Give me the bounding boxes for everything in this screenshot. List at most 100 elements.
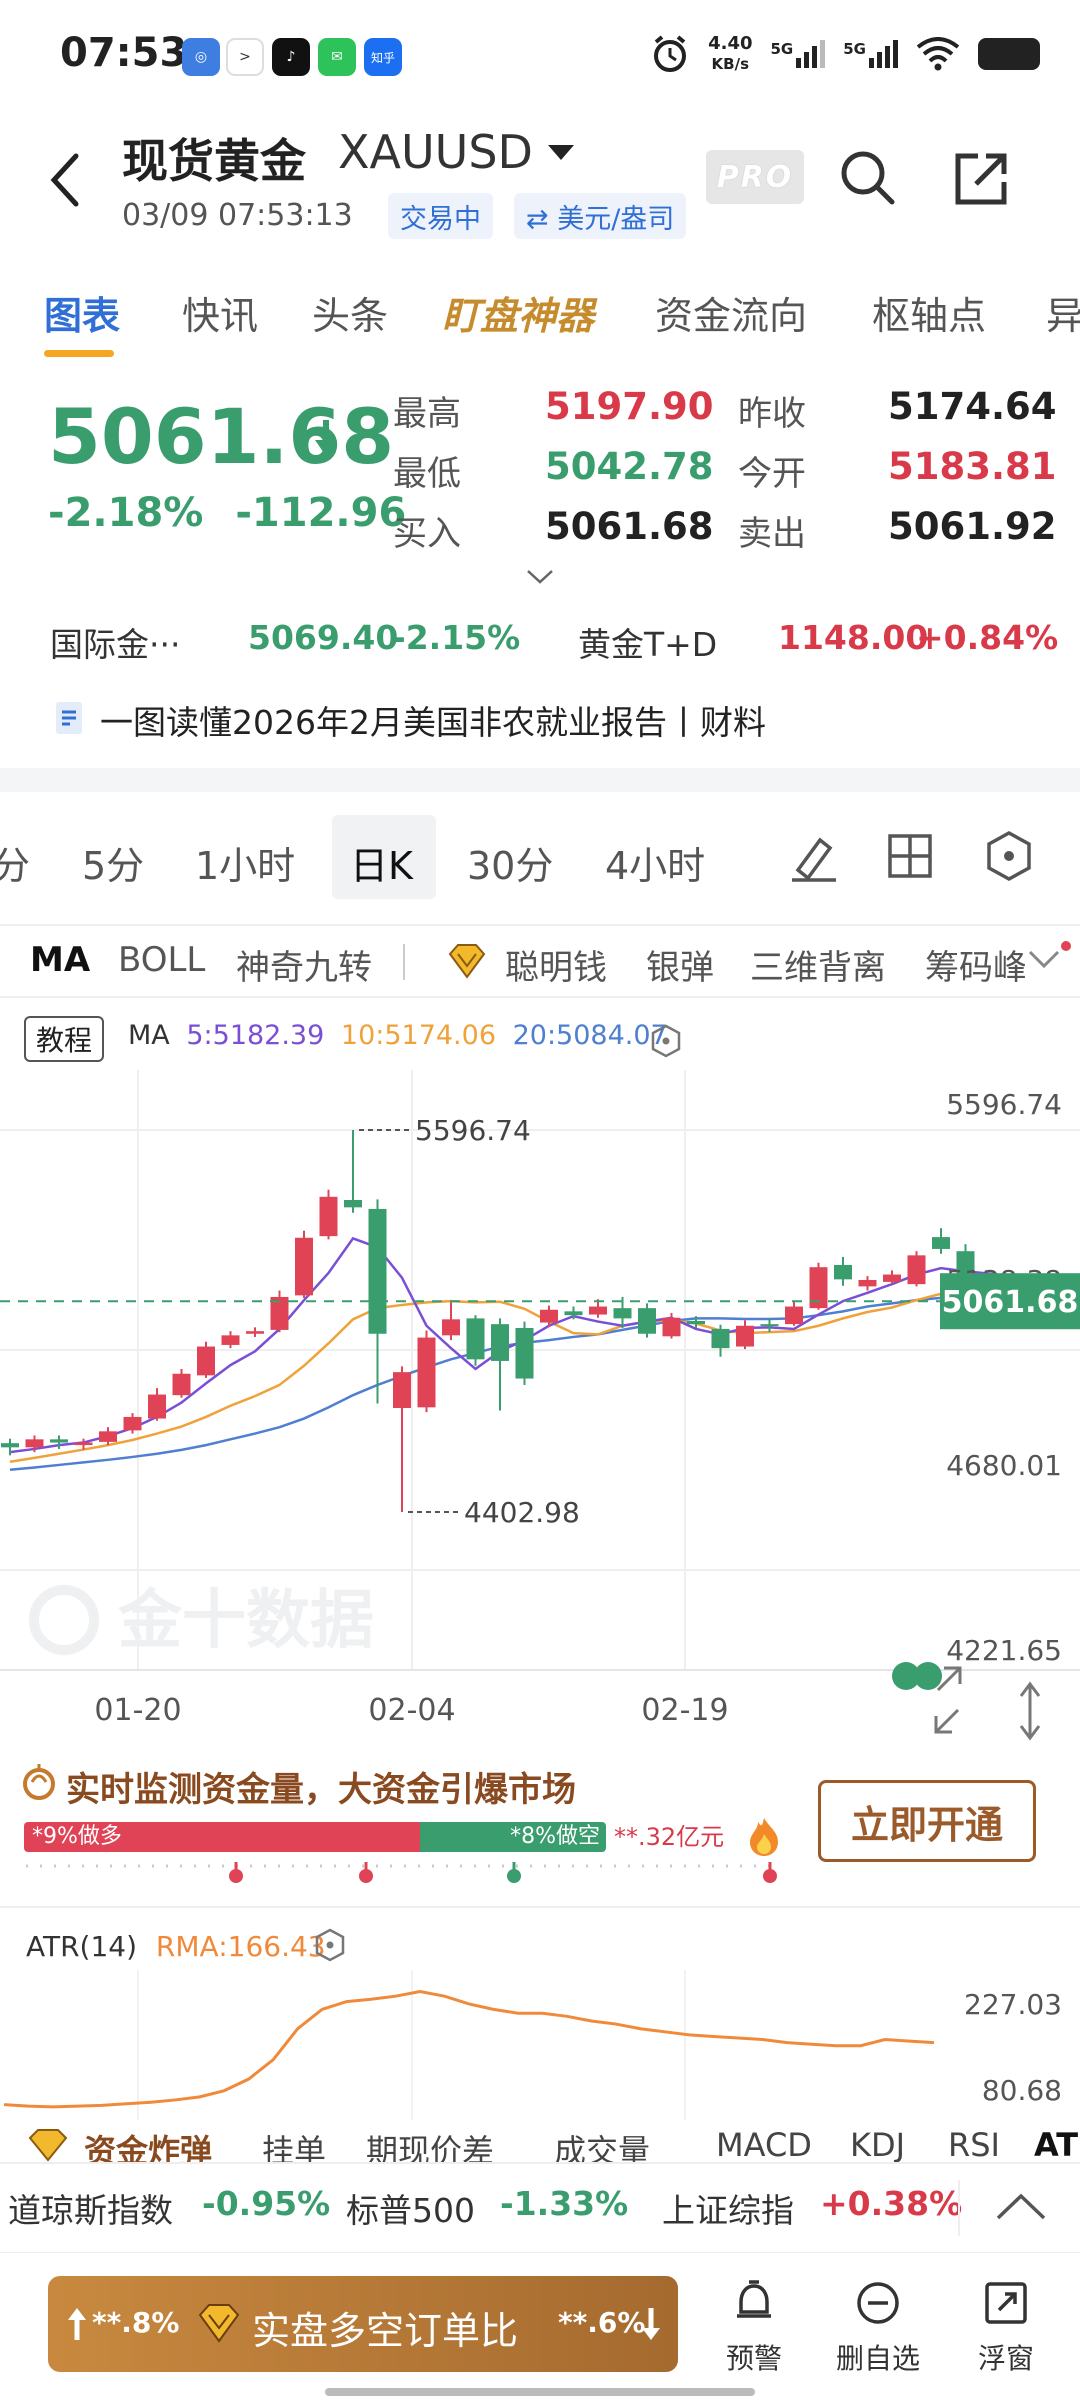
diamond-vip-icon [448, 944, 486, 979]
candle [148, 1388, 166, 1421]
chevron-down-icon[interactable] [525, 567, 555, 587]
subtab-atr[interactable]: AT [1034, 2126, 1078, 2164]
indicator-boll[interactable]: BOLL [118, 940, 205, 980]
candlestick-chart[interactable]: 金十数据 5596.74 5138.38 4680.01 4221.65 01-… [0, 1070, 1080, 1750]
last-price: 5061.68 [48, 392, 395, 481]
long-short-ratio-button[interactable]: **.8% 实盘多空订单比 **.6% [48, 2276, 678, 2372]
ma20-legend: 20:5084.07 [512, 1020, 668, 1051]
tab-monitor-tool[interactable]: 盯盘神器 [442, 285, 594, 340]
net-speed: 4.40 KB/s [708, 33, 753, 74]
tab-fund-flow[interactable]: 资金流向 [655, 285, 807, 340]
terminal-notification-icon: > [226, 38, 264, 76]
tab-pivot-points[interactable]: 枢轴点 [872, 285, 986, 340]
chart-controls[interactable] [892, 1662, 1041, 1741]
tab-more[interactable]: 异 [1046, 285, 1080, 340]
candle [393, 1366, 411, 1512]
tab-active-indicator [44, 350, 114, 357]
ma-settings-icon[interactable] [650, 1024, 682, 1058]
nav-alert-label: 预警 [725, 2342, 782, 2375]
period-daily[interactable]: 日K [350, 835, 413, 890]
y-label-top: 5596.74 [946, 1088, 1062, 1121]
candle [221, 1331, 240, 1349]
candle-body [883, 1274, 901, 1282]
indicator-td9[interactable]: 神奇九转 [236, 940, 372, 989]
candle-body [319, 1196, 338, 1237]
search-icon[interactable] [838, 148, 898, 208]
candle [858, 1276, 877, 1291]
tab-headlines[interactable]: 头条 [312, 285, 388, 340]
indicator-ma[interactable]: MA [30, 940, 90, 980]
candle [197, 1341, 215, 1378]
candle-body [148, 1394, 166, 1419]
period-30min[interactable]: 30分 [467, 835, 553, 890]
ask-value: 5061.92 [888, 505, 1057, 548]
news-icon [56, 702, 82, 734]
activate-button[interactable]: 立即开通 [818, 1780, 1036, 1862]
candle-body [172, 1373, 191, 1396]
indicator-silver-bullet[interactable]: 银弹 [646, 940, 714, 989]
page-title: 现货黄金 [122, 134, 306, 188]
x-label-2: 02-04 [368, 1693, 455, 1728]
status-time: 07:53 [60, 30, 188, 76]
settings-hex-icon[interactable] [984, 830, 1034, 882]
related-intl-gold-name[interactable]: 国际金··· [50, 618, 180, 666]
ticker-sp-name: 标普500 [346, 2191, 475, 2230]
candle [760, 1318, 779, 1333]
period-1hour[interactable]: 1小时 [195, 835, 295, 890]
ma5-legend: 5:5182.39 [186, 1020, 325, 1051]
min-price-label: 4402.98 [464, 1496, 580, 1529]
draw-tool-icon[interactable] [786, 830, 840, 884]
ma-legend: MA 5:5182.39 10:5174.06 20:5084.07 [128, 1020, 668, 1051]
candle-body [907, 1255, 926, 1285]
subtab-kdj[interactable]: KDJ [850, 2126, 905, 2164]
indicator-divergence[interactable]: 三维背离 [750, 940, 886, 989]
nav-float-window[interactable]: 浮窗 [956, 2280, 1056, 2377]
ma10-legend: 10:5174.06 [340, 1020, 496, 1051]
period-minute[interactable]: 分 [0, 835, 30, 890]
ticker-dji-name: 道琼斯指数 [8, 2191, 173, 2230]
period-5min[interactable]: 5分 [82, 835, 144, 890]
x-label-1: 01-20 [94, 1693, 181, 1728]
subtab-rsi[interactable]: RSI [948, 2126, 1000, 2164]
candle [638, 1303, 656, 1338]
candle-body [1, 1443, 19, 1448]
pro-button[interactable]: PRO [706, 150, 804, 204]
indicator-smart-money[interactable]: 聪明钱 [505, 940, 607, 989]
related-td-name[interactable]: 黄金T+D [578, 618, 717, 666]
tutorial-button[interactable]: 教程 [24, 1016, 104, 1062]
candle-body [393, 1372, 411, 1408]
fund-monitor-icon [23, 1764, 55, 1800]
subtab-macd[interactable]: MACD [716, 2126, 812, 2164]
candle-body [834, 1264, 852, 1280]
candle [809, 1262, 828, 1310]
caret-down-icon[interactable] [548, 145, 574, 160]
toggle-dot-icon [914, 1662, 942, 1690]
tab-chart[interactable]: 图表 [44, 285, 120, 340]
back-icon[interactable] [42, 150, 92, 210]
chevron-up-icon[interactable] [994, 2190, 1048, 2224]
share-icon[interactable] [952, 150, 1010, 208]
ticker-sh-pct: +0.38% [820, 2184, 963, 2223]
unit-toggle-badge[interactable]: ⇄ 美元/盎司 [514, 193, 687, 239]
chevron-down-icon[interactable] [1024, 940, 1074, 980]
indicator-chip-peak[interactable]: 筹码峰 [925, 940, 1025, 989]
atr-settings-icon[interactable] [314, 1928, 346, 1962]
home-indicator[interactable] [325, 2388, 755, 2396]
atr-rma: RMA:166.43 [155, 1930, 326, 1963]
layout-grid-icon[interactable] [886, 832, 934, 880]
candle-body [246, 1331, 264, 1334]
tab-flash-news[interactable]: 快讯 [182, 285, 258, 340]
news-headline[interactable]: 一图读懂2026年2月美国非农就业报告丨财料 [100, 696, 766, 744]
candle-body [25, 1439, 44, 1448]
symbol-selector[interactable]: XAUUSD [338, 125, 533, 179]
candle-body [613, 1308, 632, 1319]
candle [466, 1315, 485, 1366]
period-4hour[interactable]: 4小时 [605, 835, 705, 890]
nav-alert[interactable]: 预警 [704, 2280, 804, 2377]
atr-chart[interactable]: 227.03 80.68 [0, 1970, 1080, 2120]
related-td-price: 1148.00 [778, 618, 929, 657]
low-label: 最低 [393, 454, 461, 494]
float-window-icon [985, 2282, 1027, 2324]
nav-remove-favorite[interactable]: 删自选 [828, 2280, 928, 2377]
candle-body [932, 1237, 950, 1249]
